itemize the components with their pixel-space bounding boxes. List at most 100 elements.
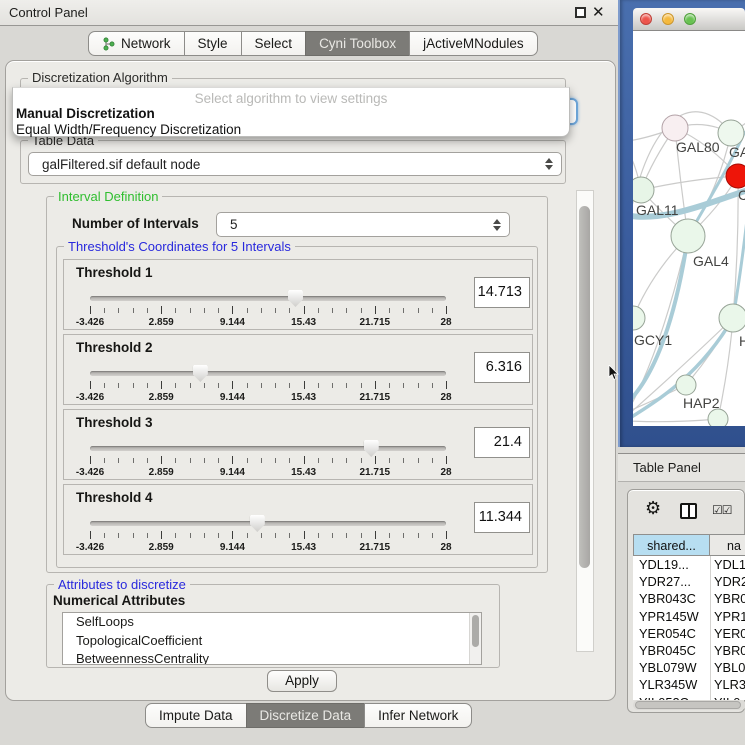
table-row[interactable]: YDR27... YDR2 bbox=[633, 573, 745, 590]
network-node-gal80[interactable] bbox=[662, 115, 688, 141]
table-row[interactable]: YBR043C YBR0 bbox=[633, 590, 745, 607]
threshold-slider-2[interactable]: -3.4262.8599.14415.4321.71528 bbox=[90, 363, 446, 403]
cell-shared-name[interactable]: YPR145W bbox=[639, 608, 699, 625]
tick-label: 15.43 bbox=[291, 542, 316, 553]
panel-scrollbar-thumb[interactable] bbox=[579, 206, 590, 568]
minor-tick bbox=[218, 533, 219, 538]
table-row[interactable]: YBL079W YBL0 bbox=[633, 659, 745, 676]
minor-tick bbox=[247, 308, 248, 313]
tab-network[interactable]: Network bbox=[88, 31, 185, 56]
apply-button[interactable]: Apply bbox=[267, 670, 337, 692]
slider-track[interactable] bbox=[90, 446, 446, 451]
cell-shared-name[interactable]: YBR045C bbox=[639, 642, 696, 659]
minor-tick bbox=[346, 458, 347, 463]
slider-thumb[interactable] bbox=[193, 365, 208, 382]
panel-scrollbar[interactable] bbox=[576, 190, 594, 652]
number-of-intervals-combobox[interactable]: 5 bbox=[216, 212, 510, 237]
attribute-item-selfloops[interactable]: SelfLoops bbox=[63, 613, 481, 632]
cell-shared-name[interactable]: YDL19... bbox=[639, 556, 689, 573]
threshold-value-field[interactable]: 14.713 bbox=[474, 277, 530, 308]
minor-tick bbox=[289, 458, 290, 463]
network-node-gcy1[interactable] bbox=[633, 306, 645, 330]
network-canvas[interactable]: GAL80GACGAL11GAL4GCY1HHAP2 bbox=[633, 31, 745, 426]
columns-icon[interactable] bbox=[680, 503, 697, 519]
tab-infer-network[interactable]: Infer Network bbox=[364, 703, 472, 728]
slider-thumb[interactable] bbox=[364, 440, 379, 457]
popup-item-manual-discretization[interactable]: Manual Discretization bbox=[16, 106, 155, 121]
column-header-name[interactable]: na bbox=[710, 534, 745, 556]
network-node-gal4[interactable] bbox=[671, 219, 705, 253]
tab-jactivemnodules[interactable]: jActiveMNodules bbox=[409, 31, 538, 56]
network-window-titlebar[interactable] bbox=[633, 8, 745, 31]
minor-tick bbox=[247, 458, 248, 463]
cell-shared-name[interactable]: YBL079W bbox=[639, 659, 697, 676]
cell-name[interactable]: YBL0 bbox=[714, 659, 745, 676]
cell-shared-name[interactable]: YBR043C bbox=[639, 590, 696, 607]
table-row[interactable]: YBR045C YBR0 bbox=[633, 642, 745, 659]
network-edge bbox=[633, 419, 718, 422]
popup-item-equal-width-frequency[interactable]: Equal Width/Frequency Discretization bbox=[16, 122, 241, 137]
attribute-item-topologicalcoefficient[interactable]: TopologicalCoefficient bbox=[63, 632, 481, 651]
network-node-unlabeled[interactable] bbox=[708, 409, 728, 426]
threshold-slider-1[interactable]: -3.4262.8599.14415.4321.71528 bbox=[90, 288, 446, 328]
minimize-traffic-light-icon[interactable] bbox=[662, 13, 674, 25]
close-icon[interactable]: ✕ bbox=[592, 3, 605, 23]
tab-select[interactable]: Select bbox=[241, 31, 307, 56]
column-header-shared-name[interactable]: shared... bbox=[633, 534, 710, 556]
cell-shared-name[interactable]: YDR27... bbox=[639, 573, 691, 590]
minor-tick bbox=[418, 533, 419, 538]
number-of-intervals-label: Number of Intervals bbox=[72, 216, 199, 231]
cell-name[interactable]: YER0 bbox=[714, 625, 745, 642]
threshold-value-field[interactable]: 21.4 bbox=[474, 427, 530, 458]
slider-track[interactable] bbox=[90, 521, 446, 526]
cell-shared-name[interactable]: YER054C bbox=[639, 625, 696, 642]
cell-name[interactable]: YLR3 bbox=[714, 676, 745, 693]
table-row[interactable]: YDL19... YDL1 bbox=[633, 556, 745, 573]
cell-name[interactable]: YDL1 bbox=[714, 556, 745, 573]
popup-placeholder-item[interactable]: Select algorithm to view settings bbox=[13, 91, 569, 106]
network-node-h[interactable] bbox=[719, 304, 745, 332]
tab-discretize-data[interactable]: Discretize Data bbox=[246, 703, 366, 728]
minor-tick bbox=[403, 308, 404, 313]
attributes-scrollbar-thumb[interactable] bbox=[472, 615, 479, 647]
cell-name[interactable]: YBR0 bbox=[714, 590, 745, 607]
major-tick bbox=[161, 306, 162, 314]
cell-name[interactable]: YBR0 bbox=[714, 642, 745, 659]
numerical-attributes-list[interactable]: SelfLoopsTopologicalCoefficientBetweenne… bbox=[62, 612, 482, 665]
table-row[interactable]: YPR145W YPR1 bbox=[633, 608, 745, 625]
checkboxes-icon[interactable]: ☑☑ bbox=[712, 503, 732, 517]
cell-name[interactable]: YPR1 bbox=[714, 608, 745, 625]
tab-impute-data[interactable]: Impute Data bbox=[145, 703, 247, 728]
tick-label: 2.859 bbox=[149, 542, 174, 553]
table-h-scrollbar[interactable] bbox=[633, 700, 745, 710]
minor-tick bbox=[418, 383, 419, 388]
threshold-slider-4[interactable]: -3.4262.8599.14415.4321.71528 bbox=[90, 513, 446, 553]
threshold-slider-3[interactable]: -3.4262.8599.14415.4321.71528 bbox=[90, 438, 446, 478]
threshold-value-field[interactable]: 6.316 bbox=[474, 352, 530, 383]
slider-track[interactable] bbox=[90, 371, 446, 376]
close-traffic-light-icon[interactable] bbox=[640, 13, 652, 25]
tab-cyni-toolbox[interactable]: Cyni Toolbox bbox=[305, 31, 410, 56]
network-node-gal11[interactable] bbox=[633, 177, 654, 203]
table-h-scrollbar-thumb[interactable] bbox=[635, 701, 741, 709]
attribute-item-betweennesscentrality[interactable]: BetweennessCentrality bbox=[63, 650, 481, 665]
tab-style[interactable]: Style bbox=[184, 31, 242, 56]
tick-label: 28 bbox=[440, 392, 451, 403]
zoom-traffic-light-icon[interactable] bbox=[684, 13, 696, 25]
table-data-combobox[interactable]: galFiltered.sif default node bbox=[28, 152, 562, 176]
cell-shared-name[interactable]: YLR345W bbox=[639, 676, 697, 693]
slider-track[interactable] bbox=[90, 296, 446, 301]
table-row[interactable]: YLR345W YLR3 bbox=[633, 676, 745, 693]
slider-thumb[interactable] bbox=[288, 290, 303, 307]
float-window-icon[interactable] bbox=[575, 7, 586, 18]
network-node-c[interactable] bbox=[726, 164, 745, 188]
gear-icon[interactable]: ⚙ bbox=[645, 498, 661, 519]
table-row[interactable]: YER054C YER0 bbox=[633, 625, 745, 642]
network-node-ga[interactable] bbox=[718, 120, 744, 146]
slider-thumb[interactable] bbox=[250, 515, 265, 532]
threshold-value-field[interactable]: 11.344 bbox=[474, 502, 530, 533]
attributes-scrollbar[interactable] bbox=[469, 613, 481, 664]
network-node-hap2[interactable] bbox=[676, 375, 696, 395]
cell-name[interactable]: YDR2 bbox=[714, 573, 745, 590]
minor-tick bbox=[275, 383, 276, 388]
